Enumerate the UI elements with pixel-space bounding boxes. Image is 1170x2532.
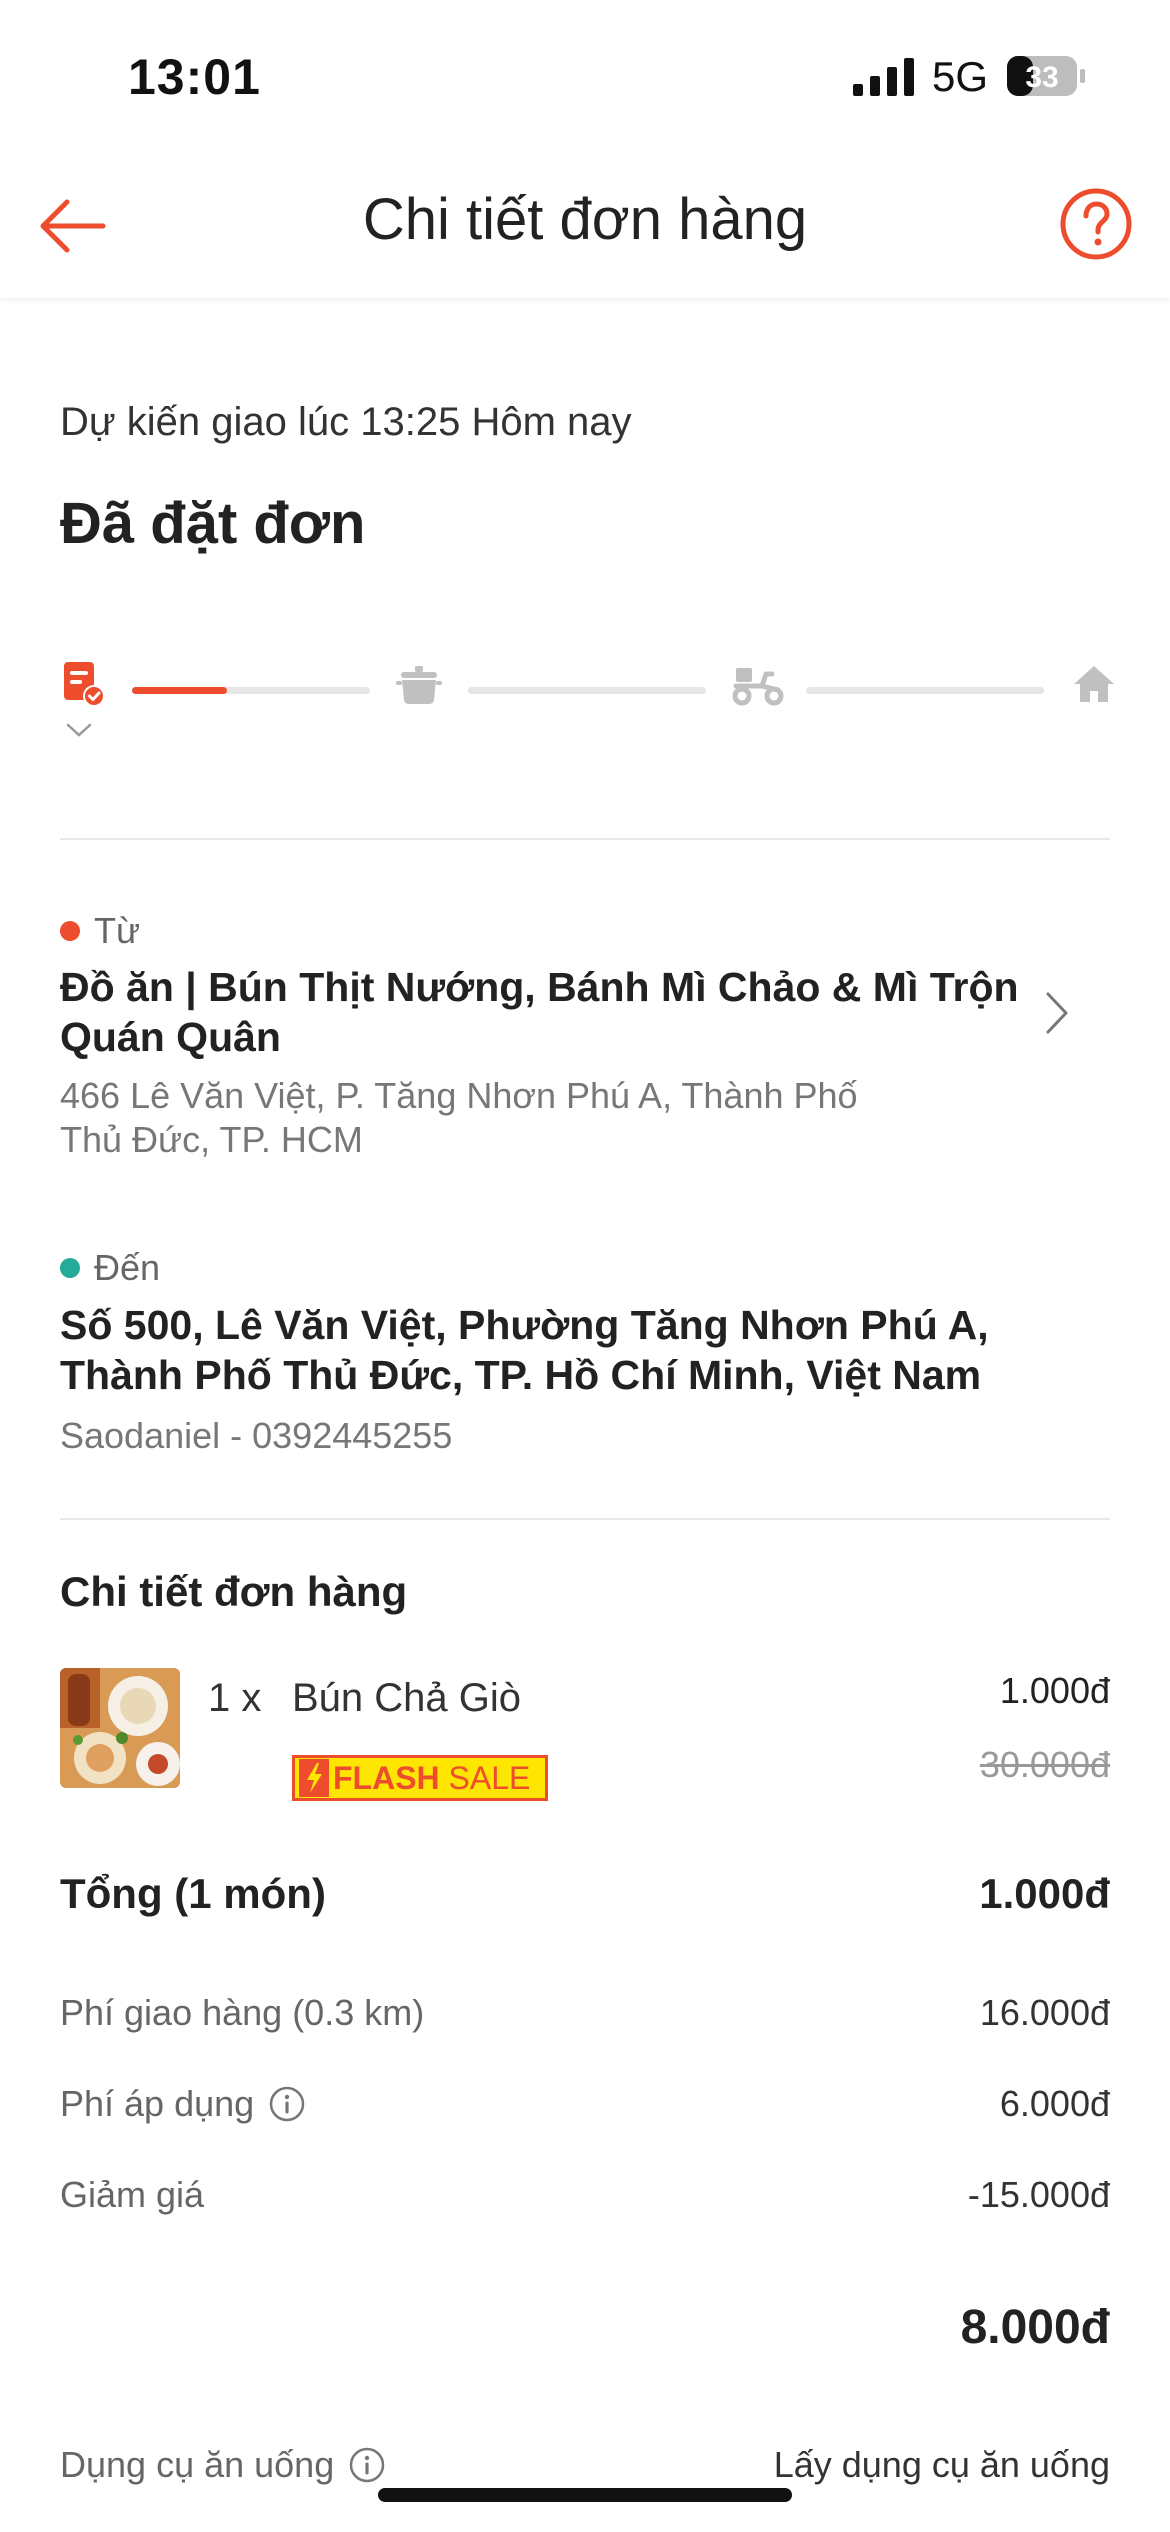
delivery-address: Số 500, Lê Văn Việt, Phường Tăng Nhơn Ph… xyxy=(60,1302,989,1398)
signal-icon xyxy=(853,58,914,96)
subtotal-label: Tổng (1 món) xyxy=(60,1870,326,1917)
lightning-icon xyxy=(299,1759,329,1797)
network-label: 5G xyxy=(932,53,989,100)
home-icon xyxy=(1074,666,1114,702)
cooking-pot-icon xyxy=(396,666,442,704)
order-progress xyxy=(60,660,1120,750)
help-icon[interactable] xyxy=(1058,186,1134,262)
food-thumbnail xyxy=(60,1668,180,1788)
order-placed-icon xyxy=(64,662,105,707)
delivery-fee-label: Phí giao hàng (0.3 km) xyxy=(60,1992,425,2033)
status-time: 13:01 xyxy=(128,49,261,105)
page-title: Chi tiết đơn hàng xyxy=(362,187,808,252)
chevron-down-icon[interactable] xyxy=(66,722,92,738)
home-indicator xyxy=(378,2488,792,2502)
delivery-fee-value: 16.000đ xyxy=(979,1992,1110,2033)
section-title: Chi tiết đơn hàng xyxy=(60,1568,408,1615)
to-label-text: Đến xyxy=(94,1247,161,1288)
battery-level: 33 xyxy=(1025,61,1058,94)
progress-track-3 xyxy=(806,687,1044,694)
status-bar: 13:01 5G 33 xyxy=(0,0,1170,150)
item-quantity: 1 x xyxy=(208,1676,262,1720)
utensils-label-text: Dụng cụ ăn uống xyxy=(60,2444,335,2485)
battery-icon: 33 xyxy=(1007,56,1085,96)
info-icon[interactable] xyxy=(268,2085,306,2123)
discount-label: Giảm giá xyxy=(60,2174,205,2215)
to-label: Đến xyxy=(60,1247,160,1289)
utensils-label: Dụng cụ ăn uống xyxy=(60,2444,386,2486)
badge-flash-word: FLASH xyxy=(333,1759,440,1796)
utensils-value[interactable]: Lấy dụng cụ ăn uống xyxy=(774,2444,1110,2486)
divider xyxy=(60,1518,1110,1520)
item-price: 1.000đ xyxy=(999,1670,1110,1711)
chevron-right-icon[interactable] xyxy=(1040,990,1074,1036)
from-label-text: Từ xyxy=(94,910,141,951)
progress-track-1 xyxy=(132,687,370,694)
divider xyxy=(60,838,1110,840)
eta-text: Dự kiến giao lúc 13:25 Hôm nay xyxy=(60,400,632,444)
service-fee-label-text: Phí áp dụng xyxy=(60,2083,255,2124)
from-dot-icon xyxy=(60,921,80,941)
progress-fill xyxy=(132,687,228,694)
recipient-contact: Saodaniel - 0392445255 xyxy=(60,1415,453,1456)
service-fee-value: 6.000đ xyxy=(999,2083,1110,2124)
progress-track-2 xyxy=(468,687,706,694)
info-icon[interactable] xyxy=(348,2446,386,2484)
subtotal-value: 1.000đ xyxy=(979,1870,1110,1917)
item-original-price: 30.000đ xyxy=(979,1744,1110,1785)
item-name: Bún Chả Giò xyxy=(292,1676,522,1720)
discount-value: -15.000đ xyxy=(967,2174,1110,2215)
order-status: Đã đặt đơn xyxy=(60,491,366,556)
service-fee-label: Phí áp dụng xyxy=(60,2083,306,2125)
restaurant-name[interactable]: Đồ ăn | Bún Thịt Nướng, Bánh Mì Chảo & M… xyxy=(60,962,1040,1062)
to-dot-icon xyxy=(60,1258,80,1278)
top-bar: Chi tiết đơn hàng xyxy=(0,150,1170,298)
flash-sale-text: FLASH SALE xyxy=(333,1760,530,1797)
badge-sale-word: SALE xyxy=(448,1759,531,1796)
scooter-icon xyxy=(732,668,784,706)
grand-total: 8.000đ xyxy=(960,2301,1110,2354)
flash-sale-badge: FLASH SALE xyxy=(292,1755,548,1801)
from-label: Từ xyxy=(60,910,140,952)
restaurant-address: 466 Lê Văn Việt, P. Tăng Nhơn Phú A, Thà… xyxy=(60,1075,858,1160)
